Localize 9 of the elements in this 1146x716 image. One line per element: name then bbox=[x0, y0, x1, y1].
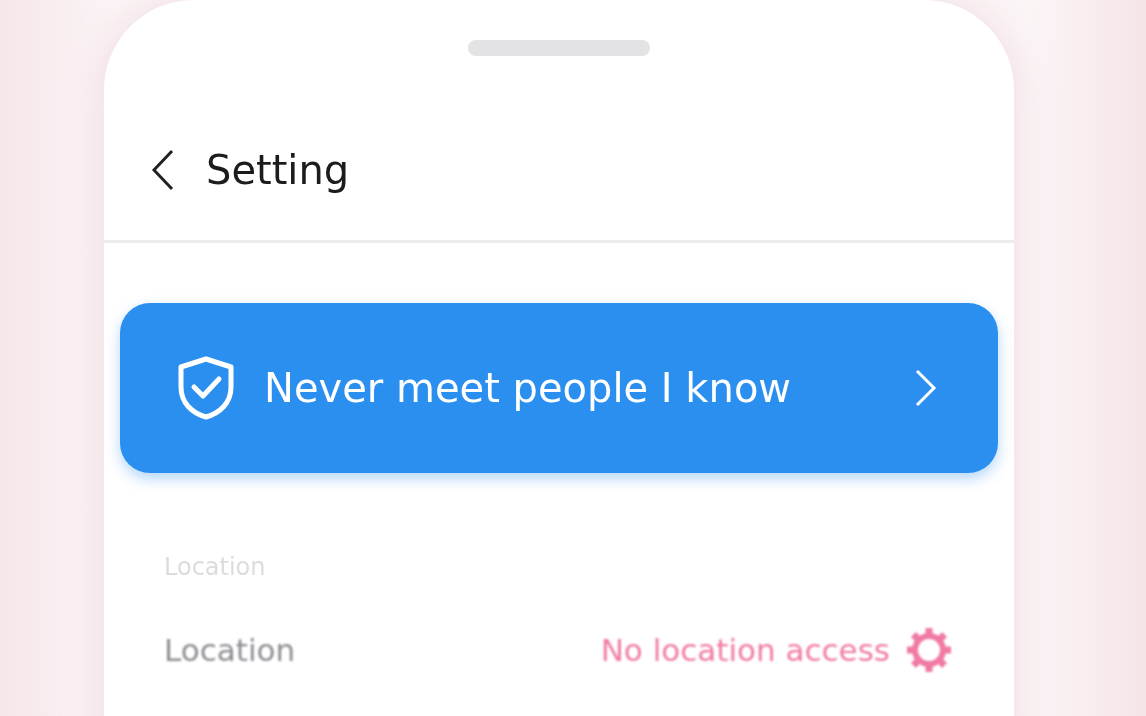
back-button[interactable] bbox=[150, 148, 176, 192]
setting-label: Location bbox=[164, 632, 296, 668]
gear-icon[interactable] bbox=[904, 625, 954, 675]
screen-title: Setting bbox=[206, 147, 350, 193]
chevron-right-icon bbox=[914, 368, 938, 408]
privacy-banner-button[interactable]: Never meet people I know bbox=[120, 303, 998, 473]
shield-check-icon bbox=[176, 355, 236, 421]
setting-value: No location access bbox=[600, 632, 890, 668]
drag-handle[interactable] bbox=[468, 40, 650, 56]
